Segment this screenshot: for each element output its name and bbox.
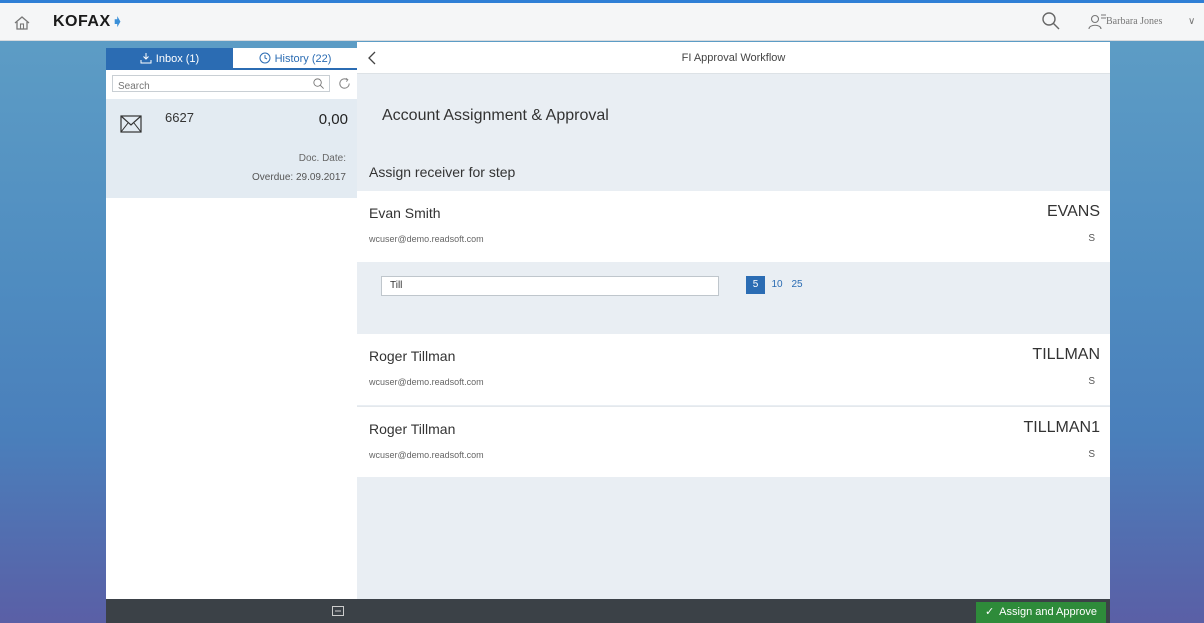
refresh-icon[interactable] [337, 76, 352, 91]
section-title: Account Assignment & Approval [382, 107, 609, 124]
user-name-label: Roger Tillman [369, 421, 456, 437]
chevron-down-icon[interactable]: ∨ [1188, 16, 1195, 27]
tab-inbox-label: Inbox (1) [155, 53, 200, 65]
assign-and-approve-button[interactable]: ✓ Assign and Approve [976, 602, 1106, 623]
user-email: wcuser@demo.readsoft.com [369, 377, 484, 387]
user-code: TILLMAN [1032, 346, 1100, 363]
detail-panel: FI Approval Workflow Account Assignment … [357, 42, 1110, 599]
page-size-25[interactable]: 25 [788, 276, 806, 294]
item-overdue: Overdue: 29.09.2017 [252, 172, 346, 183]
inbox-footer [106, 599, 357, 623]
tab-history-label: History (22) [274, 53, 332, 65]
user-type: S [1088, 449, 1095, 460]
inbox-tray-icon [140, 53, 152, 64]
shell-header: KOFAX➧ Barbara Jones ∨ [0, 0, 1204, 41]
detail-header: FI Approval Workflow [357, 42, 1110, 74]
detail-footer: ✓ Assign and Approve [357, 599, 1110, 623]
user-list-item[interactable]: Evan Smith wcuser@demo.readsoft.com EVAN… [357, 191, 1110, 262]
inbox-search [112, 75, 330, 94]
user-type: S [1088, 376, 1095, 387]
receiver-filter: Till 5 10 25 [357, 262, 1110, 332]
user-email: wcuser@demo.readsoft.com [369, 234, 484, 244]
search-icon[interactable] [312, 77, 325, 90]
user-name-label: Roger Tillman [369, 348, 456, 364]
page-title: FI Approval Workflow [681, 52, 786, 64]
clock-icon [259, 52, 271, 64]
user-code: EVANS [1046, 203, 1100, 220]
inbox-tabs: Inbox (1) History (22) [106, 48, 357, 71]
item-doc-date: Doc. Date: [298, 153, 346, 164]
user-icon[interactable] [1087, 12, 1107, 32]
item-amount: 0,00 [318, 111, 348, 128]
tab-history[interactable]: History (22) [233, 48, 357, 70]
user-code: TILLMAN1 [1023, 419, 1100, 436]
receiver-search-input[interactable]: Till [381, 276, 719, 296]
step-label: Assign receiver for step [369, 164, 516, 180]
kofax-logo: KOFAX➧ [53, 13, 124, 30]
logo-arrow-icon: ➧ [111, 13, 124, 29]
user-list-item[interactable]: Roger Tillman wcuser@demo.readsoft.com T… [357, 406, 1110, 477]
search-input[interactable] [113, 79, 293, 94]
user-name-label: Evan Smith [369, 205, 441, 221]
inbox-panel: Inbox (1) History (22) 6627 0,00 Doc. Da… [106, 48, 357, 623]
user-type: S [1088, 233, 1095, 244]
home-icon[interactable] [12, 13, 32, 33]
tab-inbox[interactable]: Inbox (1) [106, 48, 233, 70]
user-name[interactable]: Barbara Jones [1106, 16, 1162, 27]
envelope-icon [120, 115, 142, 133]
checkmark-icon: ✓ [984, 606, 995, 618]
page-size-10[interactable]: 10 [769, 276, 785, 294]
search-icon[interactable] [1041, 11, 1061, 31]
item-id: 6627 [165, 110, 194, 125]
user-email: wcuser@demo.readsoft.com [369, 450, 484, 460]
collapse-panel-icon[interactable] [331, 604, 345, 618]
approve-label: Assign and Approve [999, 606, 1098, 618]
page-size-5[interactable]: 5 [746, 276, 765, 294]
user-list-item[interactable]: Roger Tillman wcuser@demo.readsoft.com T… [357, 334, 1110, 405]
